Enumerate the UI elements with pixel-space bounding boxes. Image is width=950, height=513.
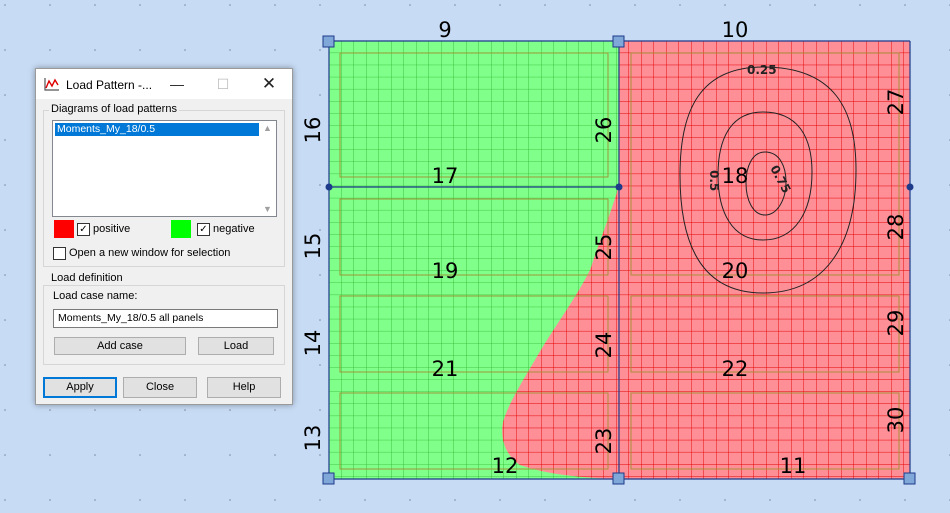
close-window-button[interactable]: ✕: [246, 69, 292, 99]
scroll-down-icon[interactable]: ▼: [259, 202, 276, 216]
diagrams-group-label: Diagrams of load patterns: [49, 103, 179, 115]
negative-color-swatch[interactable]: [171, 220, 191, 238]
open-new-window-label: Open a new window for selection: [69, 247, 231, 259]
panel-label-17: 17: [432, 164, 459, 188]
list-item[interactable]: Moments_My_18/0.5: [55, 123, 261, 136]
load-case-name-label: Load case name:: [53, 290, 138, 302]
list-scrollbar[interactable]: ▲ ▼: [259, 121, 276, 216]
contour-label-025: 0.25: [747, 63, 777, 77]
positive-checkbox[interactable]: ✓: [77, 223, 90, 236]
edge-label-12: 12: [492, 454, 519, 478]
panel-label-20: 20: [722, 259, 749, 283]
open-new-window-checkbox[interactable]: [53, 247, 66, 260]
panel-label-21: 21: [432, 357, 459, 381]
edge-label-11: 11: [780, 454, 807, 478]
edge-label-27: 27: [884, 89, 908, 116]
panel-label-18: 18: [722, 164, 749, 188]
panel-label-22: 22: [722, 357, 749, 381]
edge-label-26: 26: [592, 117, 616, 144]
edge-label-23: 23: [592, 428, 616, 455]
panel-label-19: 19: [432, 259, 459, 283]
edge-label-10: 10: [722, 18, 749, 42]
close-button[interactable]: Close: [123, 377, 197, 398]
positive-color-swatch[interactable]: [54, 220, 74, 238]
edge-label-25: 25: [592, 234, 616, 261]
add-case-button[interactable]: Add case: [54, 337, 186, 355]
edge-label-14: 14: [301, 330, 325, 357]
dialog-title: Load Pattern -...: [66, 78, 153, 92]
edge-label-28: 28: [884, 214, 908, 241]
help-button[interactable]: Help: [207, 377, 281, 398]
negative-checkbox[interactable]: ✓: [197, 223, 210, 236]
apply-button[interactable]: Apply: [43, 377, 117, 398]
maximize-button[interactable]: ☐: [200, 69, 246, 99]
edge-label-24: 24: [592, 332, 616, 359]
load-pattern-dialog: Load Pattern -... — ☐ ✕ Diagrams of load…: [35, 68, 293, 405]
load-definition-label: Load definition: [49, 272, 125, 284]
title-bar[interactable]: Load Pattern -... — ☐ ✕: [36, 69, 292, 99]
edge-label-9: 9: [438, 18, 451, 42]
load-button[interactable]: Load: [198, 337, 274, 355]
negative-label: negative: [213, 223, 255, 235]
contour-label-05: 0.5: [707, 170, 721, 191]
minimize-button[interactable]: —: [154, 69, 200, 99]
load-case-name-input[interactable]: Moments_My_18/0.5 all panels: [53, 309, 278, 328]
scroll-up-icon[interactable]: ▲: [259, 121, 276, 135]
edge-label-16: 16: [301, 117, 325, 144]
edge-label-29: 29: [884, 310, 908, 337]
load-pattern-list[interactable]: Moments_My_18/0.5 ▲ ▼: [52, 120, 277, 217]
edge-label-30: 30: [884, 407, 908, 434]
chart-line-icon: [44, 78, 59, 91]
edge-label-15: 15: [301, 233, 325, 260]
positive-label: positive: [93, 223, 131, 235]
edge-label-13: 13: [301, 425, 325, 452]
